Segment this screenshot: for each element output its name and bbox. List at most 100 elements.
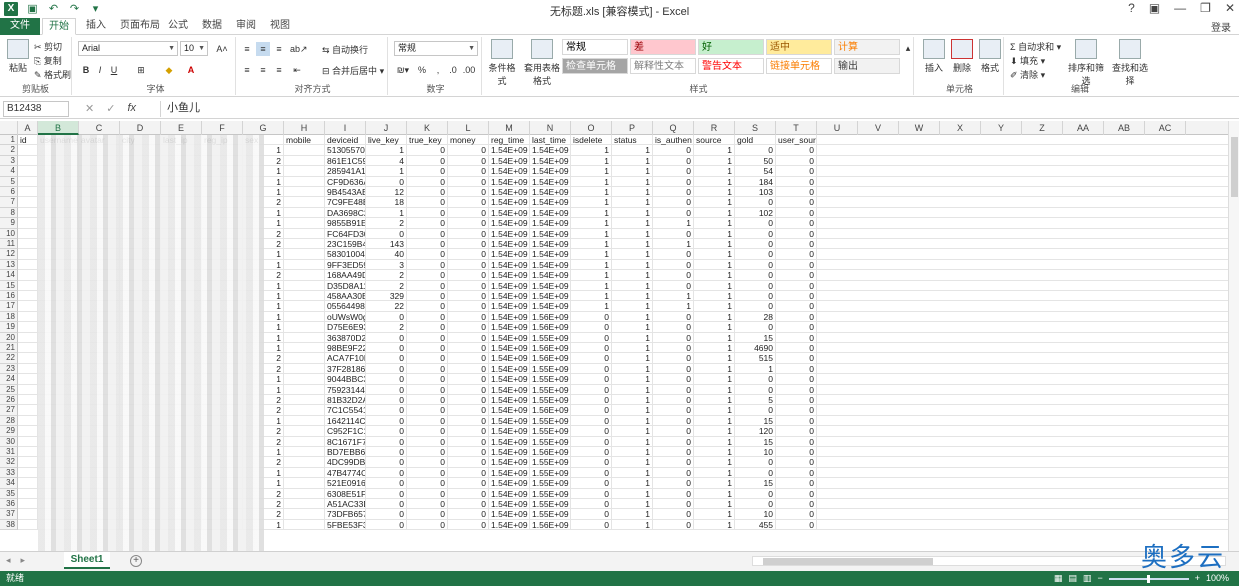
- cell-style-6[interactable]: 解释性文本: [630, 58, 696, 74]
- cell[interactable]: 184: [735, 176, 776, 187]
- cell[interactable]: [284, 519, 325, 531]
- cell[interactable]: 0: [407, 343, 448, 354]
- cell-style-5[interactable]: 检查单元格: [562, 58, 628, 74]
- cell[interactable]: 0: [448, 499, 489, 510]
- cell[interactable]: 0: [571, 395, 612, 406]
- cell[interactable]: 1.54E+09: [489, 363, 530, 375]
- cell[interactable]: 0: [407, 322, 448, 333]
- header-cell-live_key[interactable]: live_key: [366, 135, 407, 146]
- cell[interactable]: CF9D636A: [325, 176, 366, 187]
- cell[interactable]: 1: [612, 197, 653, 208]
- cell[interactable]: 1.54E+09: [489, 249, 530, 260]
- cell[interactable]: 15: [735, 478, 776, 489]
- cell[interactable]: 329: [366, 291, 407, 302]
- orientation-icon[interactable]: ab↗: [290, 42, 308, 56]
- cell[interactable]: 0: [448, 519, 489, 531]
- column-header-I[interactable]: I: [325, 121, 366, 135]
- column-header-R[interactable]: R: [694, 121, 735, 135]
- column-header-Q[interactable]: Q: [653, 121, 694, 135]
- cell[interactable]: 0: [448, 415, 489, 427]
- tab-home[interactable]: 开始: [42, 18, 76, 35]
- cell[interactable]: 1: [694, 374, 735, 385]
- row-header[interactable]: 21: [0, 343, 18, 354]
- cell[interactable]: [284, 249, 325, 260]
- cell[interactable]: 1: [612, 343, 653, 354]
- cell[interactable]: 1: [612, 332, 653, 343]
- row-header[interactable]: 26: [0, 395, 18, 406]
- cell-style-7[interactable]: 警告文本: [698, 58, 764, 74]
- cell[interactable]: 1: [612, 145, 653, 156]
- cell[interactable]: 05564498-: [325, 301, 366, 312]
- cell[interactable]: 2: [366, 280, 407, 291]
- row-header[interactable]: 14: [0, 270, 18, 281]
- column-header-A[interactable]: A: [18, 121, 38, 135]
- cell[interactable]: [18, 353, 38, 364]
- cell[interactable]: 0: [407, 228, 448, 239]
- cell[interactable]: [284, 145, 325, 156]
- cell[interactable]: 1.54E+09: [530, 145, 571, 156]
- cell[interactable]: 0: [571, 353, 612, 364]
- sheet-tab-sheet1[interactable]: Sheet1: [64, 552, 110, 569]
- cell[interactable]: 10: [735, 509, 776, 520]
- ribbon-display-icon[interactable]: ▣: [1149, 1, 1160, 15]
- cell[interactable]: 0: [776, 467, 817, 479]
- cell[interactable]: [18, 280, 38, 291]
- cell[interactable]: 0: [653, 457, 694, 468]
- cell[interactable]: 0: [571, 447, 612, 458]
- cell[interactable]: 1.54E+09: [530, 207, 571, 219]
- cell[interactable]: 0: [776, 228, 817, 239]
- cell[interactable]: 0: [571, 467, 612, 479]
- cell[interactable]: 0: [366, 436, 407, 447]
- cell[interactable]: 1: [612, 207, 653, 219]
- cell[interactable]: 1: [694, 457, 735, 468]
- cell[interactable]: 0: [448, 228, 489, 239]
- cell[interactable]: 1.55E+09: [530, 426, 571, 437]
- number-format-select[interactable]: 常规 ▼: [394, 41, 478, 56]
- cell[interactable]: [284, 322, 325, 333]
- cell[interactable]: 1.55E+09: [530, 509, 571, 520]
- cell[interactable]: 1: [694, 467, 735, 479]
- cut-button[interactable]: ✂ 剪切: [34, 40, 62, 53]
- column-header-E[interactable]: E: [161, 121, 202, 135]
- cell[interactable]: 1.55E+09: [530, 384, 571, 395]
- column-header-V[interactable]: V: [858, 121, 899, 135]
- cell[interactable]: 0: [735, 405, 776, 416]
- cell[interactable]: 1: [694, 436, 735, 447]
- row-header[interactable]: 9: [0, 218, 18, 229]
- cell[interactable]: 1: [571, 228, 612, 239]
- cell[interactable]: 0: [776, 197, 817, 208]
- cell[interactable]: 1: [612, 499, 653, 510]
- cell[interactable]: [284, 239, 325, 250]
- cell[interactable]: 0: [407, 187, 448, 198]
- cell[interactable]: 1: [694, 343, 735, 354]
- login-link[interactable]: 登录: [1211, 19, 1231, 34]
- cell[interactable]: 0: [407, 436, 448, 447]
- column-header-S[interactable]: S: [735, 121, 776, 135]
- cell[interactable]: 1: [694, 280, 735, 291]
- cell[interactable]: 1: [694, 166, 735, 177]
- cell[interactable]: D35D8A11: [325, 280, 366, 291]
- cell[interactable]: 1: [366, 207, 407, 219]
- cell[interactable]: 0: [448, 488, 489, 499]
- cell[interactable]: 0: [407, 415, 448, 427]
- cell[interactable]: 0: [653, 322, 694, 333]
- cell[interactable]: 1: [694, 488, 735, 499]
- cell[interactable]: 0: [776, 519, 817, 531]
- row-header[interactable]: 13: [0, 259, 18, 271]
- cell[interactable]: 0: [448, 145, 489, 156]
- cell[interactable]: 0: [653, 467, 694, 479]
- cell[interactable]: 1: [653, 291, 694, 302]
- cell[interactable]: 1.56E+09: [530, 405, 571, 416]
- redo-icon[interactable]: ↷: [68, 3, 81, 16]
- cell[interactable]: 1: [694, 249, 735, 260]
- cell[interactable]: 0: [407, 301, 448, 312]
- cell[interactable]: 0: [735, 467, 776, 479]
- cell[interactable]: 1.54E+09: [489, 332, 530, 343]
- cell[interactable]: [284, 509, 325, 520]
- row-header[interactable]: 23: [0, 363, 18, 375]
- cell[interactable]: 0: [407, 270, 448, 281]
- cell[interactable]: 0: [448, 155, 489, 167]
- cell[interactable]: [18, 499, 38, 510]
- row-header[interactable]: 33: [0, 467, 18, 479]
- cell[interactable]: 521E0916-: [325, 478, 366, 489]
